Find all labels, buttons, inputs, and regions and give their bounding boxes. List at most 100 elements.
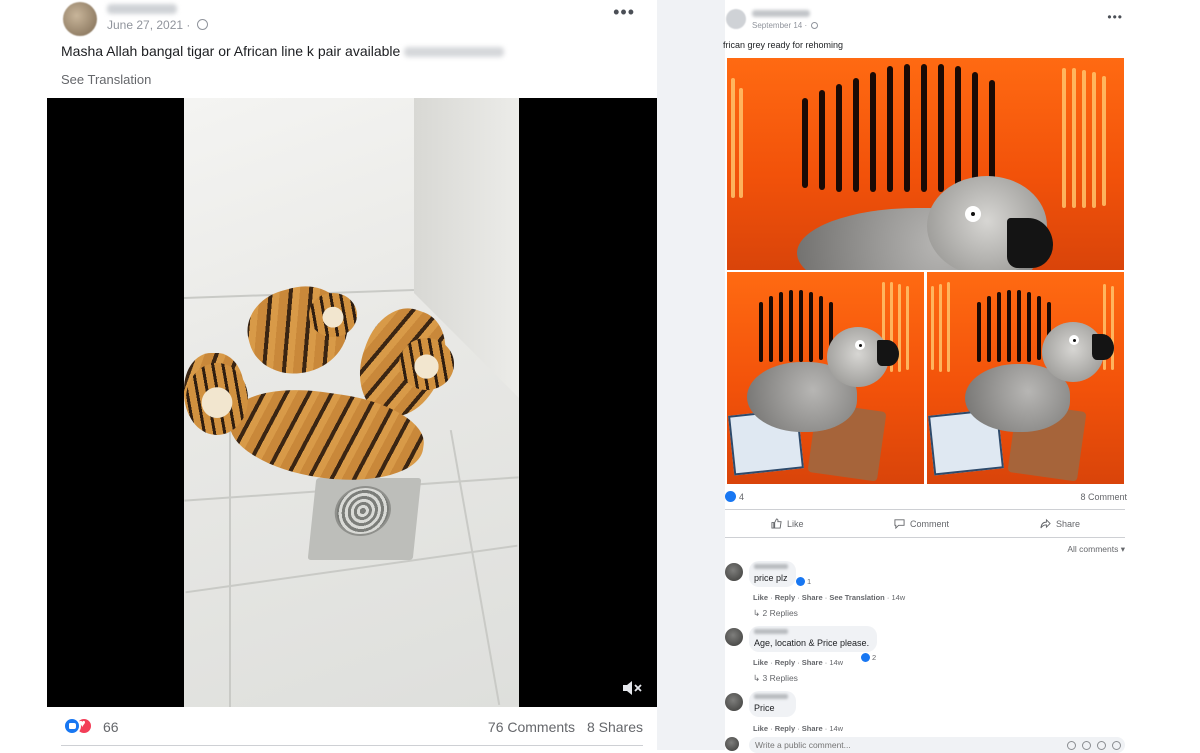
crate-vent-slat	[989, 80, 995, 186]
see-translation-link[interactable]: See Translation	[61, 72, 151, 87]
reaction-icons[interactable]	[725, 491, 736, 503]
crate-vent-slat	[1007, 290, 1011, 362]
more-options-icon[interactable]: •••	[1107, 10, 1123, 24]
emoji-icon[interactable]	[1067, 741, 1076, 750]
comment-text: Price	[754, 703, 775, 713]
parrot-post: September 14 · ••• frican grey ready for…	[723, 0, 1127, 753]
camera-icon[interactable]	[1082, 741, 1091, 750]
like-reaction-icon	[796, 577, 805, 586]
reaction-icons[interactable]	[63, 717, 93, 735]
crate-vent-slat	[853, 78, 859, 192]
comment-time[interactable]: 14w	[829, 724, 843, 733]
comment-share-link[interactable]: Share	[802, 724, 823, 733]
crate-light	[939, 284, 942, 372]
crate-vent-slat	[1027, 292, 1031, 362]
parrot-photo-3[interactable]	[927, 272, 1124, 484]
comment-reply-link[interactable]: Reply	[775, 593, 795, 602]
commenter-avatar[interactable]	[725, 563, 743, 581]
comment-actions: Like · Reply · Share · 14w	[753, 724, 844, 733]
commenter-avatar[interactable]	[725, 628, 743, 646]
comment-like-link[interactable]: Like	[753, 724, 768, 733]
comment-like-link[interactable]: Like	[753, 658, 768, 667]
like-reaction-icon	[725, 491, 736, 503]
view-replies-link[interactable]: ↳ 3 Replies	[753, 673, 798, 684]
more-options-icon[interactable]: •••	[613, 2, 635, 23]
comment-label: Comment	[910, 518, 950, 529]
share-icon	[1040, 518, 1051, 529]
like-reaction-icon	[63, 717, 81, 735]
parrot-photo-2[interactable]	[727, 272, 924, 484]
page-background-gap	[657, 0, 725, 750]
parrot-beak	[1007, 218, 1053, 268]
comment-reactions[interactable]: 2	[861, 653, 876, 662]
tiger-video[interactable]	[47, 98, 657, 707]
mute-icon[interactable]	[621, 679, 643, 697]
like-button[interactable]: Like	[771, 518, 804, 529]
comment-like-link[interactable]: Like	[753, 593, 768, 602]
comment-reply-link[interactable]: Reply	[775, 658, 795, 667]
share-button[interactable]: Share	[1040, 518, 1080, 529]
crate-vent-slat	[1037, 296, 1041, 360]
bathroom-floor-image	[184, 98, 519, 707]
crate-vent-slat	[972, 72, 978, 188]
comment-time[interactable]: 14w	[829, 658, 843, 667]
sticker-icon[interactable]	[1112, 741, 1121, 750]
crate-light	[898, 284, 901, 372]
comment-actions: Like · Reply · Share · See Translation ·…	[753, 593, 906, 602]
crate-vent-slat	[799, 290, 803, 362]
crate-vent-slat	[802, 98, 808, 188]
post-date[interactable]: September 14 ·	[752, 21, 819, 30]
crate-light	[1102, 76, 1106, 206]
comment-time[interactable]: 14w	[891, 593, 905, 602]
gif-icon[interactable]	[1097, 741, 1106, 750]
post-date-text[interactable]: June 27, 2021	[107, 18, 183, 32]
divider	[725, 537, 1125, 538]
replies-count: 3 Replies	[762, 673, 798, 683]
commenter-name-blurred[interactable]	[754, 564, 788, 569]
crate-vent-slat	[887, 66, 893, 192]
post-date-text[interactable]: September 14	[752, 21, 802, 30]
crate-vent-slat	[759, 302, 763, 362]
author-name-blurred[interactable]	[752, 10, 810, 17]
like-reaction-icon	[861, 653, 870, 662]
globe-icon	[811, 22, 819, 29]
divider	[61, 745, 643, 746]
crate-light	[731, 78, 735, 198]
crate-light	[1072, 68, 1076, 208]
shares-count-link[interactable]: 8 Shares	[587, 719, 643, 735]
comments-count-link[interactable]: 8 Comment	[1080, 492, 1127, 502]
view-replies-link[interactable]: ↳ 2 Replies	[753, 608, 798, 619]
crate-vent-slat	[779, 292, 783, 362]
viewer-avatar[interactable]	[725, 737, 739, 751]
crate-light	[947, 282, 950, 372]
parrot-photo-main[interactable]	[727, 58, 1124, 270]
comment-input-icons	[1067, 741, 1121, 750]
crate-light	[1092, 72, 1096, 208]
all-comments-dropdown[interactable]: All comments ▾	[1067, 544, 1125, 555]
crate-light	[906, 286, 909, 370]
comment-share-link[interactable]: Share	[802, 658, 823, 667]
crate-vent-slat	[870, 72, 876, 192]
author-avatar[interactable]	[63, 2, 97, 36]
comment-reactions[interactable]: 1	[796, 577, 811, 586]
comment-reply-link[interactable]: Reply	[775, 724, 795, 733]
crate-vent-slat	[955, 66, 961, 190]
comment-see-translation-link[interactable]: See Translation	[829, 593, 884, 602]
commenter-name-blurred[interactable]	[754, 629, 788, 634]
commenter-avatar[interactable]	[725, 693, 743, 711]
comments-count-link[interactable]: 76 Comments	[488, 719, 575, 735]
crate-vent-slat	[1017, 290, 1021, 362]
parrot-eye	[965, 206, 981, 222]
author-avatar[interactable]	[726, 9, 746, 29]
crate-vent-slat	[987, 296, 991, 362]
comment-bubble: Age, location & Price please.	[749, 626, 878, 652]
comment-button[interactable]: Comment	[894, 518, 949, 529]
author-name-blurred[interactable]	[107, 4, 177, 14]
post-date[interactable]: June 27, 2021 ·	[107, 18, 208, 32]
comment-share-link[interactable]: Share	[802, 593, 823, 602]
reaction-count[interactable]: 4	[739, 492, 744, 502]
commenter-name-blurred[interactable]	[754, 694, 788, 699]
crate-vent-slat	[819, 296, 823, 360]
comment-bubble: Price	[749, 691, 796, 717]
reaction-count[interactable]: 66	[103, 719, 119, 735]
